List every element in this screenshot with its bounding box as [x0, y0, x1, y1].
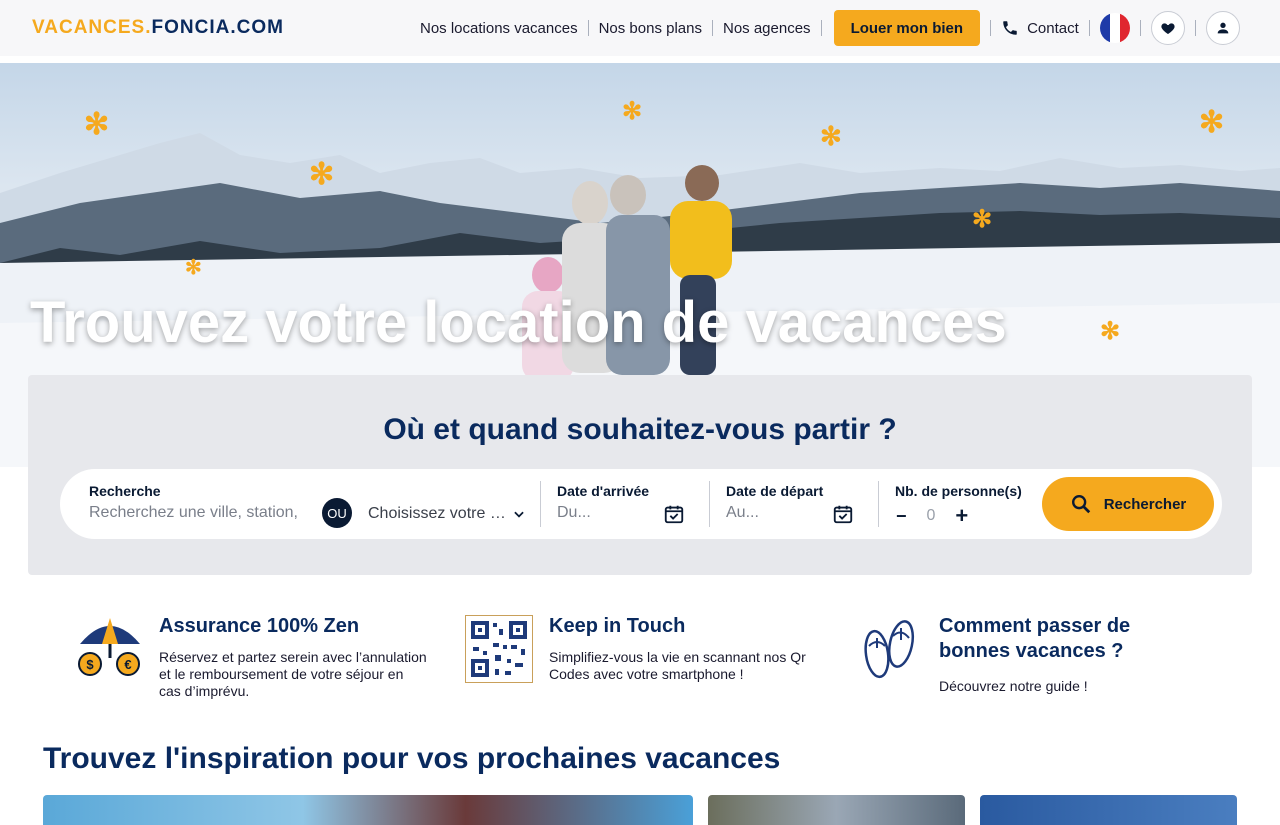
snowflake-icon: ✻: [84, 108, 110, 141]
search-button[interactable]: Rechercher: [1042, 477, 1214, 531]
minus-button[interactable]: −: [896, 506, 907, 527]
logo-part-mid: FONCIA: [151, 17, 231, 38]
nav-separator: [1139, 20, 1141, 36]
umbrella-euro-dollar-icon: $ €: [78, 618, 140, 676]
nav-bons-plans[interactable]: Nos bons plans: [599, 20, 702, 37]
people-label: Nb. de personne(s): [895, 483, 1022, 499]
search-bar: Recherche Recherchez une ville, station,…: [60, 469, 1222, 539]
field-separator: [540, 481, 541, 527]
language-flag-icon[interactable]: [1099, 13, 1130, 43]
departure-input[interactable]: Au...: [726, 504, 823, 522]
recherche-field[interactable]: Recherche Recherchez une ville, station,: [89, 483, 298, 522]
arrival-date-field[interactable]: Date d'arrivée Du...: [557, 483, 649, 522]
nav-agences[interactable]: Nos agences: [723, 20, 811, 37]
louer-mon-bien-button[interactable]: Louer mon bien: [833, 10, 981, 46]
inspiration-card[interactable]: [980, 795, 1237, 825]
calendar-icon[interactable]: [832, 503, 854, 525]
nav-locations-vacances[interactable]: Nos locations vacances: [420, 20, 578, 37]
inspiration-title: Trouvez l'inspiration pour vos prochaine…: [43, 742, 781, 775]
people-field: Nb. de personne(s): [895, 483, 1022, 499]
destination-select[interactable]: Choisissez votre …: [368, 505, 526, 523]
search-icon: [1071, 495, 1090, 514]
contact-link[interactable]: Contact: [1001, 19, 1079, 37]
nav-separator: [1194, 20, 1196, 36]
account-button[interactable]: [1205, 11, 1240, 45]
people-count[interactable]: 0: [927, 507, 936, 525]
field-separator: [709, 481, 710, 527]
plus-button[interactable]: +: [955, 503, 968, 529]
snowflake-icon: ✻: [972, 206, 993, 233]
inspiration-card[interactable]: [708, 795, 965, 825]
nav-separator: [990, 20, 992, 36]
inspiration-card[interactable]: [43, 795, 693, 825]
nav-separator: [587, 20, 589, 36]
feature-title: Comment passer de bonnes vacances ?: [939, 615, 1131, 662]
site-logo[interactable]: VACANCES.FONCIA.COM: [32, 17, 284, 39]
feature-text: Simplifiez-vous la vie en scannant nos Q…: [549, 649, 806, 682]
arrival-label: Date d'arrivée: [557, 483, 650, 499]
recherche-input[interactable]: Recherchez une ville, station,: [89, 504, 298, 522]
qr-code-icon: [465, 615, 533, 683]
user-icon: [1217, 22, 1229, 34]
feature-keep-in-touch: Keep in Touch Simplifiez-vous la vie en …: [549, 614, 819, 683]
recherche-label: Recherche: [89, 483, 161, 499]
chevron-down-icon: [514, 511, 524, 518]
contact-label: Contact: [1027, 19, 1079, 37]
logo-part-right: .COM: [230, 17, 284, 38]
nav-separator: [712, 20, 713, 36]
site-header: VACANCES.FONCIA.COM Nos locations vacanc…: [0, 0, 1280, 56]
departure-label: Date de départ: [726, 483, 824, 499]
feature-title: Assurance 100% Zen: [159, 615, 360, 637]
destination-select-value: Choisissez votre …: [368, 505, 506, 522]
main-nav: Nos locations vacances Nos bons plans No…: [420, 10, 1240, 46]
feature-text: Découvrez notre guide !: [939, 678, 1088, 694]
nav-separator: [1088, 20, 1090, 36]
departure-date-field[interactable]: Date de départ Au...: [726, 483, 823, 522]
arrival-input[interactable]: Du...: [557, 504, 649, 522]
people-stepper: − 0 +: [896, 503, 968, 529]
field-separator: [878, 481, 879, 527]
snowflake-icon: ✻: [309, 158, 335, 191]
search-title: Où et quand souhaitez-vous partir ?: [383, 413, 897, 446]
snowflake-icon: ✻: [1100, 318, 1121, 345]
snowflake-icon: ✻: [820, 121, 842, 151]
flip-flops-icon: [864, 620, 915, 679]
svg-text:$: $: [86, 657, 94, 672]
heart-icon: [1161, 23, 1175, 34]
svg-text:€: €: [124, 657, 131, 672]
search-panel: Où et quand souhaitez-vous partir ? Rech…: [28, 375, 1252, 575]
snowflake-icon: ✻: [185, 257, 202, 279]
logo-part-left: VACANCES.: [32, 17, 152, 38]
search-button-label: Rechercher: [1103, 495, 1187, 513]
phone-icon: [1003, 21, 1017, 35]
snowflake-icon: ✻: [622, 98, 643, 125]
feature-bonnes-vacances[interactable]: Comment passer de bonnes vacances ? Déco…: [939, 614, 1169, 695]
feature-text: Réservez et partez serein avec l’annulat…: [159, 649, 427, 699]
hero-title: Trouvez votre location de vacances: [30, 290, 1007, 355]
feature-assurance: Assurance 100% Zen Réservez et partez se…: [159, 614, 429, 700]
nav-separator: [820, 20, 822, 36]
calendar-icon[interactable]: [663, 503, 685, 525]
or-badge: OU: [322, 498, 352, 528]
snowflake-icon: ✻: [1199, 106, 1225, 139]
favorites-button[interactable]: [1150, 11, 1185, 45]
feature-title: Keep in Touch: [549, 615, 686, 637]
